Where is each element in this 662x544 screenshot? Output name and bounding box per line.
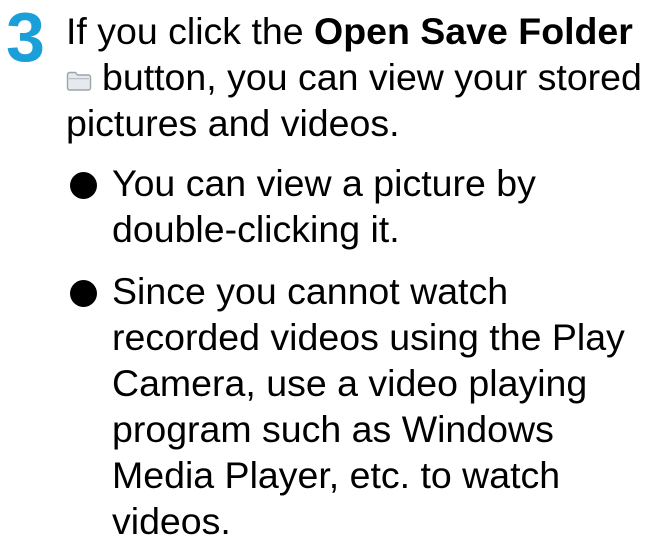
step-text-after: button, you can view your stored picture…: [66, 56, 642, 144]
open-save-folder-label: Open Save Folder: [314, 10, 633, 52]
folder-icon: [66, 55, 92, 91]
list-item: Since you cannot watch recorded videos u…: [70, 268, 660, 544]
bullet-text: Since you cannot watch recorded videos u…: [112, 270, 625, 542]
bullet-dot: [70, 172, 97, 199]
note-list: You can view a picture by double-clickin…: [70, 160, 660, 544]
step-instruction: If you click the Open Save Folder button,…: [66, 8, 656, 146]
step-number: 3: [6, 0, 45, 76]
step-text-before: If you click the: [66, 10, 315, 52]
list-item: You can view a picture by double-clickin…: [70, 160, 660, 252]
bullet-text: You can view a picture by double-clickin…: [112, 162, 536, 250]
bullet-dot: [70, 280, 97, 307]
